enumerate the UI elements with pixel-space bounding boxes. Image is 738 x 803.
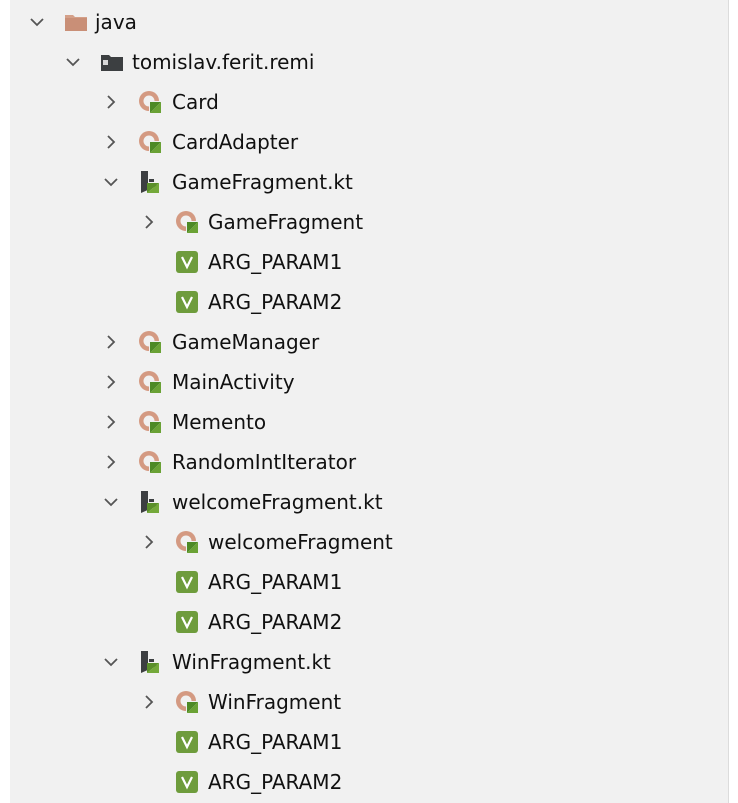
tree-node-label: ARG_PARAM1 [208,730,343,754]
kotlin-class-icon [137,129,163,155]
chevron-down-icon[interactable] [63,52,83,72]
tree-node-label: tomislav.ferit.remi [132,50,315,74]
project-tree: java tomislav.ferit.remi Card CardAdapte… [10,2,728,802]
kotlin-file-icon [137,489,163,515]
chevron-right-icon[interactable] [101,132,121,152]
tree-node-card-adapter[interactable]: CardAdapter [10,122,728,162]
chevron-down-icon[interactable] [101,492,121,512]
tree-node-win-fragment-class[interactable]: WinFragment [10,682,728,722]
tree-node-welcome-fragment-file[interactable]: welcomeFragment.kt [10,482,728,522]
chevron-down-icon[interactable] [27,12,47,32]
chevron-right-icon[interactable] [139,692,159,712]
val-icon [174,729,200,755]
tree-node-arg-param2[interactable]: ARG_PARAM2 [10,282,728,322]
tree-node-label: RandomIntIterator [172,450,357,474]
tree-node-package[interactable]: tomislav.ferit.remi [10,42,728,82]
kotlin-class-icon [137,89,163,115]
tree-node-label: java [95,10,137,34]
val-icon [174,609,200,635]
tree-node-card[interactable]: Card [10,82,728,122]
kotlin-file-icon [137,169,163,195]
chevron-right-icon[interactable] [101,332,121,352]
tree-node-label: ARG_PARAM1 [208,570,343,594]
chevron-down-icon[interactable] [101,172,121,192]
chevron-right-icon[interactable] [139,532,159,552]
tree-node-arg-param1[interactable]: ARG_PARAM1 [10,242,728,282]
kotlin-class-icon [137,449,163,475]
tree-node-label: MainActivity [172,370,295,394]
tree-node-label: ARG_PARAM2 [208,610,343,634]
tree-node-game-manager[interactable]: GameManager [10,322,728,362]
chevron-right-icon[interactable] [101,412,121,432]
kotlin-class-icon [174,529,200,555]
tree-node-arg-param1[interactable]: ARG_PARAM1 [10,722,728,762]
kotlin-class-icon [137,369,163,395]
folder-icon [63,9,89,35]
tree-node-label: WinFragment.kt [172,650,331,674]
kotlin-class-icon [174,209,200,235]
val-icon [174,569,200,595]
chevron-down-icon[interactable] [101,652,121,672]
tree-node-game-fragment-file[interactable]: GameFragment.kt [10,162,728,202]
package-icon [99,49,125,75]
tree-node-label: GameManager [172,330,320,354]
tree-node-label: GameFragment.kt [172,170,353,194]
tree-node-label: ARG_PARAM2 [208,770,343,794]
chevron-right-icon[interactable] [101,372,121,392]
val-icon [174,249,200,275]
tree-node-java[interactable]: java [10,2,728,42]
kotlin-file-icon [137,649,163,675]
tree-node-label: ARG_PARAM2 [208,290,343,314]
chevron-right-icon[interactable] [139,212,159,232]
chevron-right-icon[interactable] [101,92,121,112]
chevron-right-icon[interactable] [101,452,121,472]
tree-node-label: CardAdapter [172,130,299,154]
tree-node-label: ARG_PARAM1 [208,250,343,274]
tree-node-label: GameFragment [208,210,364,234]
project-tree-panel: java tomislav.ferit.remi Card CardAdapte… [10,0,729,803]
tree-node-arg-param1[interactable]: ARG_PARAM1 [10,562,728,602]
tree-node-random-int-iterator[interactable]: RandomIntIterator [10,442,728,482]
tree-node-label: Card [172,90,219,114]
tree-node-main-activity[interactable]: MainActivity [10,362,728,402]
tree-node-win-fragment-file[interactable]: WinFragment.kt [10,642,728,682]
tree-node-label: welcomeFragment.kt [172,490,383,514]
tree-node-arg-param2[interactable]: ARG_PARAM2 [10,602,728,642]
kotlin-class-icon [137,409,163,435]
tree-node-label: WinFragment [208,690,342,714]
tree-node-game-fragment-class[interactable]: GameFragment [10,202,728,242]
tree-node-arg-param2[interactable]: ARG_PARAM2 [10,762,728,802]
tree-node-label: welcomeFragment [208,530,393,554]
tree-node-memento[interactable]: Memento [10,402,728,442]
val-icon [174,769,200,795]
tree-node-welcome-fragment-class[interactable]: welcomeFragment [10,522,728,562]
kotlin-class-icon [137,329,163,355]
tree-node-label: Memento [172,410,267,434]
kotlin-class-icon [174,689,200,715]
val-icon [174,289,200,315]
